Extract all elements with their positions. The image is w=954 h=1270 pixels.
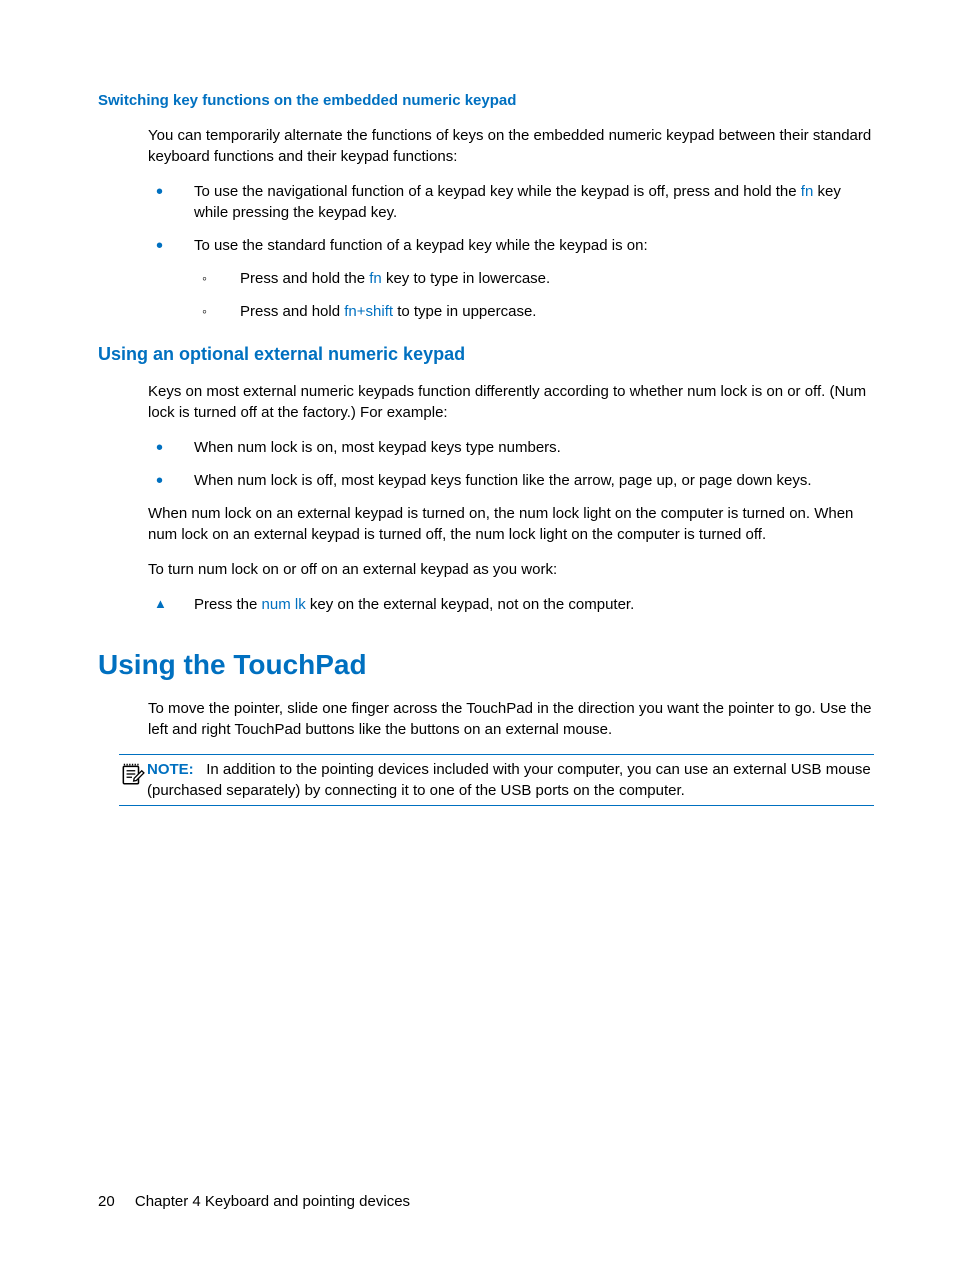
- note-body: In addition to the pointing devices incl…: [147, 761, 871, 799]
- heading-using-touchpad: Using the TouchPad: [98, 645, 874, 684]
- key-fn: fn: [801, 183, 814, 200]
- text: Press the: [194, 596, 262, 613]
- note-label: NOTE:: [147, 761, 194, 778]
- page-footer: 20 Chapter 4 Keyboard and pointing devic…: [98, 1191, 874, 1212]
- text: Press and hold: [240, 303, 344, 320]
- note-text: NOTE: In addition to the pointing device…: [147, 759, 874, 801]
- plus: +: [357, 303, 366, 320]
- text: key to type in lowercase.: [382, 270, 550, 287]
- key-shift: shift: [366, 303, 394, 320]
- list-item: Press and hold fn+shift to type in upper…: [194, 301, 874, 322]
- list-item: Press and hold the fn key to type in low…: [194, 268, 874, 289]
- key-numlk: num lk: [262, 596, 306, 613]
- key-fn: fn: [369, 270, 382, 287]
- paragraph: To move the pointer, slide one finger ac…: [148, 698, 874, 740]
- heading-switching-key-functions: Switching key functions on the embedded …: [98, 90, 874, 111]
- sub-list: Press and hold the fn key to type in low…: [194, 268, 874, 322]
- list-item: Press the num lk key on the external key…: [148, 594, 874, 615]
- note-box: NOTE: In addition to the pointing device…: [119, 754, 874, 806]
- list-item: When num lock is on, most keypad keys ty…: [148, 437, 874, 458]
- text: To use the standard function of a keypad…: [194, 237, 648, 254]
- list-item: To use the navigational function of a ke…: [148, 181, 874, 223]
- heading-external-keypad: Using an optional external numeric keypa…: [98, 342, 874, 367]
- text: To use the navigational function of a ke…: [194, 183, 801, 200]
- paragraph: Keys on most external numeric keypads fu…: [148, 381, 874, 423]
- paragraph: You can temporarily alternate the functi…: [148, 125, 874, 167]
- key-fn: fn: [344, 303, 357, 320]
- paragraph: To turn num lock on or off on an externa…: [148, 559, 874, 580]
- bullet-list: To use the navigational function of a ke…: [148, 181, 874, 322]
- paragraph: When num lock on an external keypad is t…: [148, 503, 874, 545]
- text: Press and hold the: [240, 270, 369, 287]
- text: key on the external keypad, not on the c…: [306, 596, 635, 613]
- note-icon: [119, 761, 145, 787]
- bullet-list: When num lock is on, most keypad keys ty…: [148, 437, 874, 491]
- text: to type in uppercase.: [393, 303, 536, 320]
- step-list: Press the num lk key on the external key…: [148, 594, 874, 615]
- chapter-label: Chapter 4 Keyboard and pointing devices: [135, 1193, 410, 1210]
- list-item: When num lock is off, most keypad keys f…: [148, 470, 874, 491]
- list-item: To use the standard function of a keypad…: [148, 235, 874, 322]
- page-number: 20: [98, 1191, 115, 1212]
